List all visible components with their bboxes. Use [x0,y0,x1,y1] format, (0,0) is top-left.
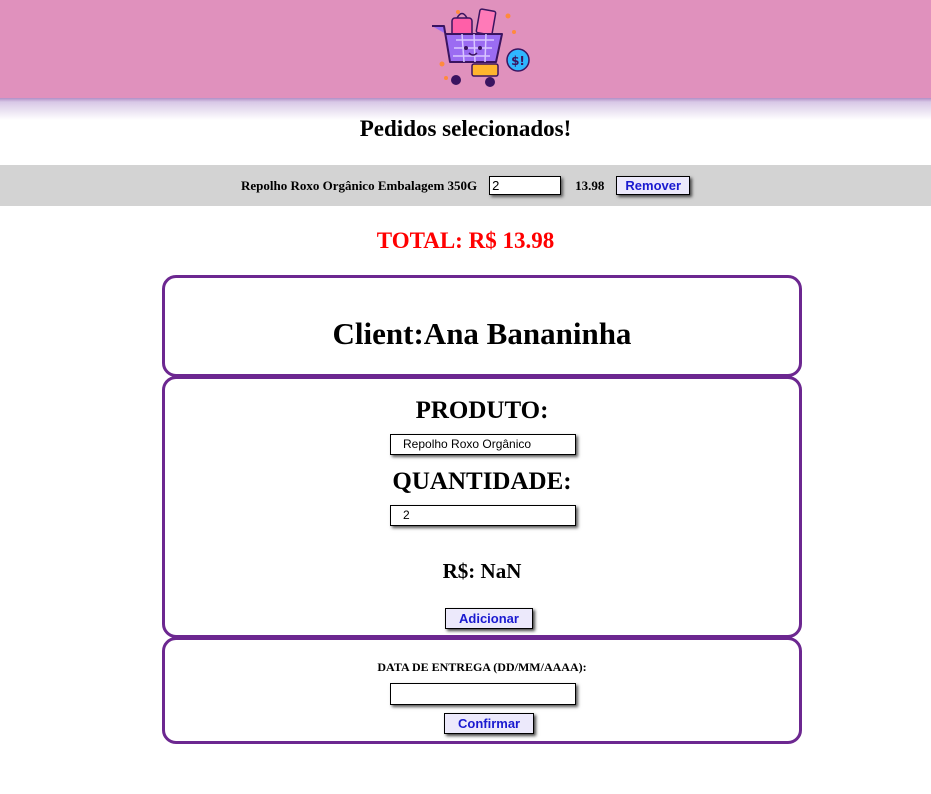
delivery-date-label: DATA DE ENTREGA (DD/MM/AAAA): [377,660,587,674]
client-name: Client:Ana Bananinha [332,316,632,351]
order-total: TOTAL: R$ 13.98 [376,228,555,253]
remove-button[interactable]: Remover [616,176,691,195]
confirm-button[interactable]: Confirmar [444,713,535,734]
client-panel: Client:Ana Bananinha [162,275,802,377]
product-price: R$: NaN [442,559,522,583]
svg-text:$!: $! [511,54,525,68]
delivery-date-input[interactable] [390,683,576,705]
add-button[interactable]: Adicionar [445,608,533,629]
product-field[interactable]: Repolho Roxo Orgânico [390,434,576,455]
quantity-field[interactable]: 2 [390,505,576,526]
cart-item-row: Repolho Roxo Orgânico Embalagem 350G 13.… [0,165,931,206]
cart-item-quantity-input[interactable] [489,176,562,195]
page-title: Pedidos selecionados! [359,116,572,141]
quantity-label: QUANTIDADE: [392,468,572,495]
cart-item-price: 13.98 [575,177,605,193]
cart-list: Repolho Roxo Orgânico Embalagem 350G 13.… [0,165,931,206]
product-form: PRODUTO: Repolho Roxo Orgânico QUANTIDAD… [162,376,802,638]
header-banner: $! [0,0,931,100]
cart-item-name: Repolho Roxo Orgânico Embalagem 350G [240,177,478,193]
product-label: PRODUTO: [415,397,549,424]
delivery-form: DATA DE ENTREGA (DD/MM/AAAA): Confirmar [162,637,802,744]
shopping-cart-logo-icon: $! [432,8,530,87]
